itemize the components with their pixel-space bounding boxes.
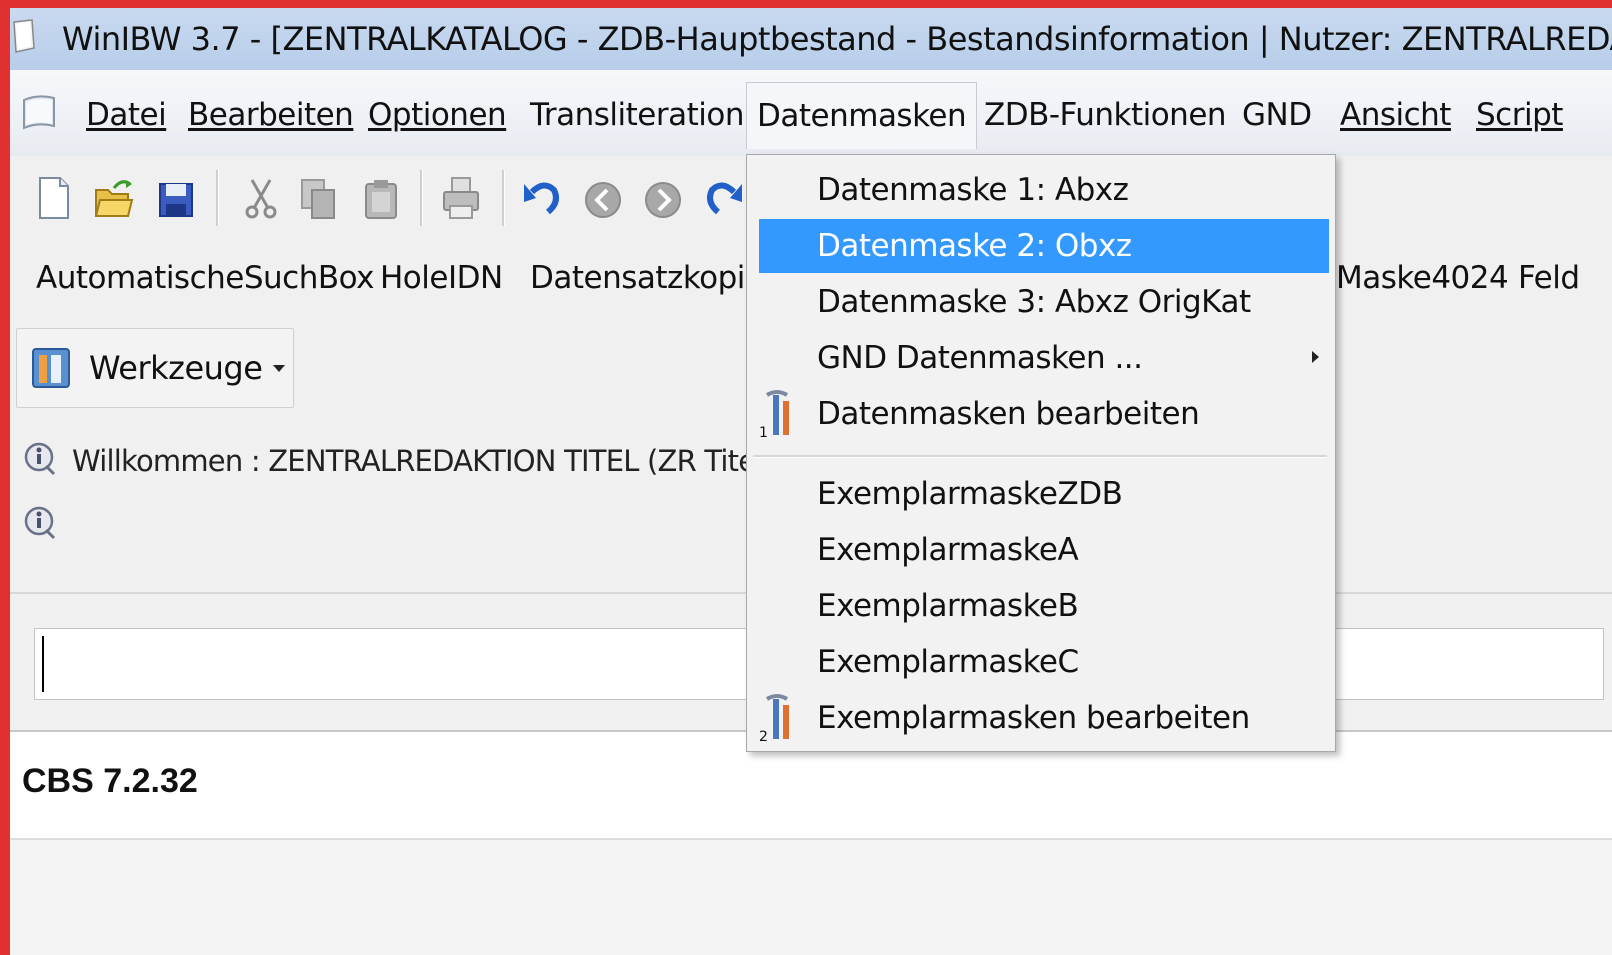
script-feld[interactable]: Feld xyxy=(1518,260,1580,296)
menu-option-gnd-datenmasken[interactable]: GND Datenmasken ... xyxy=(759,331,1329,385)
shortcut-badge: 1 xyxy=(759,425,768,439)
menu-option-exemplarmaske-a[interactable]: ExemplarmaskeA xyxy=(759,523,1329,577)
menu-option-datenmaske-1[interactable]: Datenmaske 1: Abxz xyxy=(759,163,1329,217)
menu-transliteration-label: Transliteration xyxy=(530,97,745,133)
menu-option-exemplarmaske-b[interactable]: ExemplarmaskeB xyxy=(759,579,1329,633)
menu-datenmasken-label: Datenmasken xyxy=(757,98,967,134)
menu-bearbeiten[interactable]: Bearbeiten xyxy=(182,90,359,140)
window-title: WinIBW 3.7 - [ZENTRALKATALOG - ZDB-Haupt… xyxy=(62,20,1612,58)
app-window: WinIBW 3.7 - [ZENTRALKATALOG - ZDB-Haupt… xyxy=(0,0,1612,955)
menu-gnd[interactable]: GND xyxy=(1236,90,1318,140)
menu-option-label: ExemplarmaskeB xyxy=(817,588,1079,624)
back-icon[interactable] xyxy=(582,174,624,222)
paste-icon[interactable] xyxy=(360,174,402,222)
content-lower-pane xyxy=(10,840,1612,955)
chevron-down-icon xyxy=(273,365,285,372)
version-text: CBS 7.2.32 xyxy=(22,762,198,800)
chevron-right-icon xyxy=(1312,351,1319,363)
menu-option-label: GND Datenmasken ... xyxy=(817,340,1143,376)
menu-option-exemplarmaske-c[interactable]: ExemplarmaskeC xyxy=(759,635,1329,689)
welcome-message: Willkommen : ZENTRALREDAKTION TITEL (ZR … xyxy=(72,444,774,478)
print-icon[interactable] xyxy=(440,174,482,222)
menu-datei[interactable]: Datei xyxy=(80,90,172,140)
info-icon xyxy=(24,506,56,540)
toolbar-separator xyxy=(216,170,219,226)
menu-option-label: Datenmasken bearbeiten xyxy=(817,396,1200,432)
menu-bearbeiten-label: Bearbeiten xyxy=(188,97,354,133)
app-icon xyxy=(13,19,35,53)
forward-icon[interactable] xyxy=(642,174,684,222)
tools-icon: 2 xyxy=(759,694,789,743)
menu-zdb-funktionen-label: ZDB-Funktionen xyxy=(984,97,1227,133)
menu-option-label: ExemplarmaskeC xyxy=(817,644,1079,680)
content-area: CBS 7.2.32 xyxy=(10,732,1612,955)
menu-ansicht-label: Ansicht xyxy=(1340,97,1451,133)
menu-ansicht[interactable]: Ansicht xyxy=(1334,90,1457,140)
menu-transliteration[interactable]: Transliteration xyxy=(524,90,750,140)
text-caret xyxy=(42,636,44,692)
menu-option-label: Datenmaske 3: Abxz OrigKat xyxy=(817,284,1251,320)
shortcut-badge: 2 xyxy=(759,729,768,743)
save-icon[interactable] xyxy=(154,174,196,222)
menu-option-exemplarmaske-zdb[interactable]: ExemplarmaskeZDB xyxy=(759,467,1329,521)
info-icon xyxy=(24,442,56,476)
cut-icon[interactable] xyxy=(240,174,282,222)
menu-script-label: Script xyxy=(1476,97,1563,133)
tools-icon: 1 xyxy=(759,390,789,439)
menu-option-label: Exemplarmasken bearbeiten xyxy=(817,700,1250,736)
menu-option-datenmaske-2[interactable]: Datenmaske 2: Obxz xyxy=(759,219,1329,273)
toolbar-separator xyxy=(502,170,505,226)
werkzeuge-label: Werkzeuge xyxy=(89,349,263,387)
datenmasken-dropdown: Datenmaske 1: Abxz Datenmaske 2: Obxz Da… xyxy=(746,154,1336,752)
menu-gnd-label: GND xyxy=(1242,97,1312,133)
menu-separator xyxy=(753,455,1327,458)
menu-datei-label: Datei xyxy=(86,97,167,133)
title-bar[interactable]: WinIBW 3.7 - [ZENTRALKATALOG - ZDB-Haupt… xyxy=(10,8,1612,71)
menu-option-datenmaske-3[interactable]: Datenmaske 3: Abxz OrigKat xyxy=(759,275,1329,329)
script-automatische-suchbox[interactable]: AutomatischeSuchBox xyxy=(36,260,375,296)
new-document-icon[interactable] xyxy=(32,174,74,222)
copy-icon[interactable] xyxy=(298,174,340,222)
menu-option-exemplarmasken-bearbeiten[interactable]: 2 Exemplarmasken bearbeiten xyxy=(759,691,1329,745)
werkzeuge-button[interactable]: Werkzeuge xyxy=(16,328,294,408)
menu-option-label: ExemplarmaskeA xyxy=(817,532,1079,568)
toolbar-separator xyxy=(420,170,423,226)
menu-option-label: Datenmaske 1: Abxz xyxy=(817,172,1129,208)
menu-bar: Datei Bearbeiten Optionen Transliteratio… xyxy=(10,70,1612,157)
menu-optionen-label: Optionen xyxy=(368,97,507,133)
book-icon[interactable] xyxy=(20,92,58,132)
script-datensatzkopie[interactable]: Datensatzkopie xyxy=(530,260,764,296)
open-folder-icon[interactable] xyxy=(92,174,134,222)
menu-option-label: ExemplarmaskeZDB xyxy=(817,476,1123,512)
menu-datenmasken[interactable]: Datenmasken xyxy=(746,82,978,149)
tools-icon xyxy=(32,348,70,388)
menu-zdb-funktionen[interactable]: ZDB-Funktionen xyxy=(978,90,1232,140)
menu-optionen[interactable]: Optionen xyxy=(362,90,512,140)
menu-script[interactable]: Script xyxy=(1470,90,1569,140)
undo-icon[interactable] xyxy=(520,174,562,222)
script-holeidn[interactable]: HoleIDN xyxy=(380,260,503,296)
menu-option-label: Datenmaske 2: Obxz xyxy=(817,228,1132,264)
menu-option-datenmasken-bearbeiten[interactable]: 1 Datenmasken bearbeiten xyxy=(759,387,1329,441)
script-maske4024[interactable]: Maske4024 xyxy=(1336,260,1509,296)
redo-icon[interactable] xyxy=(704,174,746,222)
